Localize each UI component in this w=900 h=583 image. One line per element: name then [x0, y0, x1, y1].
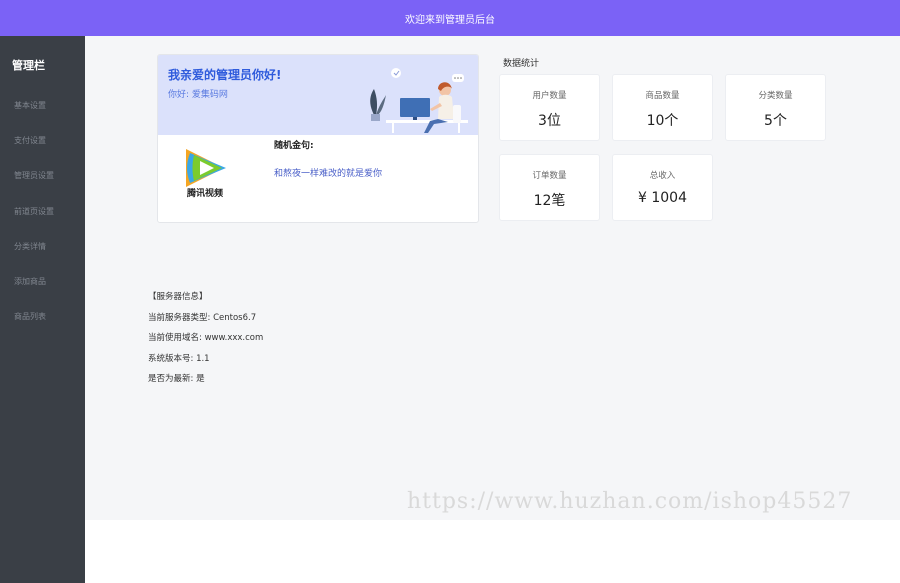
sidebar: 管理栏 整体详情网站设置基本设置支付设置管理员设置前道页设置商品管理分类详情添加…: [0, 36, 900, 583]
stat-value: 12笔: [533, 193, 566, 209]
sidebar-item[interactable]: 支付设置: [0, 123, 85, 158]
stat-label: 订单数量: [532, 171, 567, 181]
stat-value: 5个: [764, 113, 787, 129]
sidebar-item[interactable]: 添加商品: [0, 264, 85, 299]
server-info-line: 当前服务器类型: Centos6.7: [148, 312, 257, 323]
server-info-heading: 【服务器信息】: [148, 292, 208, 302]
welcome-banner: 我亲爱的管理员你好! 你好: 爱集码网: [158, 55, 478, 135]
server-info-line: 是否为最新: 是: [148, 374, 205, 384]
stat-label: 总收入: [649, 171, 676, 181]
stat-label: 用户数量: [532, 91, 567, 101]
welcome-body: 腾讯视频 随机金句: 和熬夜一样难改的就是爱你: [158, 135, 478, 222]
sidebar-item[interactable]: 管理员设置: [0, 158, 85, 193]
sidebar-brand: 管理栏: [12, 59, 45, 72]
sidebar-item[interactable]: 分类详情: [0, 229, 85, 264]
server-info-line: 系统版本号: 1.1: [148, 353, 210, 364]
top-header: 欢迎来到管理员后台: [0, 0, 900, 36]
welcome-card: 我亲爱的管理员你好! 你好: 爱集码网 腾讯视频 随机金句: 和熬夜一样难改的就…: [157, 54, 479, 223]
stat-value: 3位: [538, 113, 561, 129]
stat-label: 分类数量: [758, 91, 793, 101]
office-illustration-icon: [370, 68, 468, 133]
sidebar-item[interactable]: 前道页设置: [0, 194, 85, 229]
sidebar-item[interactable]: 商品列表: [0, 299, 85, 334]
server-info: 【服务器信息】 当前服务器类型: Centos6.7 当前使用域名: www.x…: [148, 290, 263, 393]
stat-card-orders: 订单数量 12笔: [499, 154, 600, 221]
welcome-subtitle: 你好: 爱集码网: [168, 90, 228, 100]
stat-card-users: 用户数量 3位: [499, 74, 600, 141]
welcome-title: 我亲爱的管理员你好!: [168, 68, 282, 82]
stat-card-revenue: 总收入 ¥ 1004: [612, 154, 713, 221]
stat-value: 10个: [646, 113, 679, 129]
quote-text: 和熬夜一样难改的就是爱你: [274, 169, 383, 179]
quote-title: 随机金句:: [274, 141, 314, 151]
sidebar-item[interactable]: 基本设置: [0, 88, 85, 123]
stat-label: 商品数量: [645, 91, 680, 101]
stat-card-categories: 分类数量 5个: [725, 74, 826, 141]
header-title: 欢迎来到管理员后台: [405, 14, 495, 26]
logo-text: 腾讯视频: [186, 187, 223, 199]
server-info-line: 当前使用域名: www.xxx.com: [148, 333, 264, 343]
stat-value: ¥ 1004: [638, 190, 687, 206]
tencent-video-logo: 腾讯视频: [177, 141, 233, 199]
stat-card-products: 商品数量 10个: [612, 74, 713, 141]
watermark-text: https://www.huzhan.com/ishop45527: [407, 489, 853, 514]
footer-area: [85, 520, 900, 583]
stats-title: 数据统计: [503, 59, 540, 69]
